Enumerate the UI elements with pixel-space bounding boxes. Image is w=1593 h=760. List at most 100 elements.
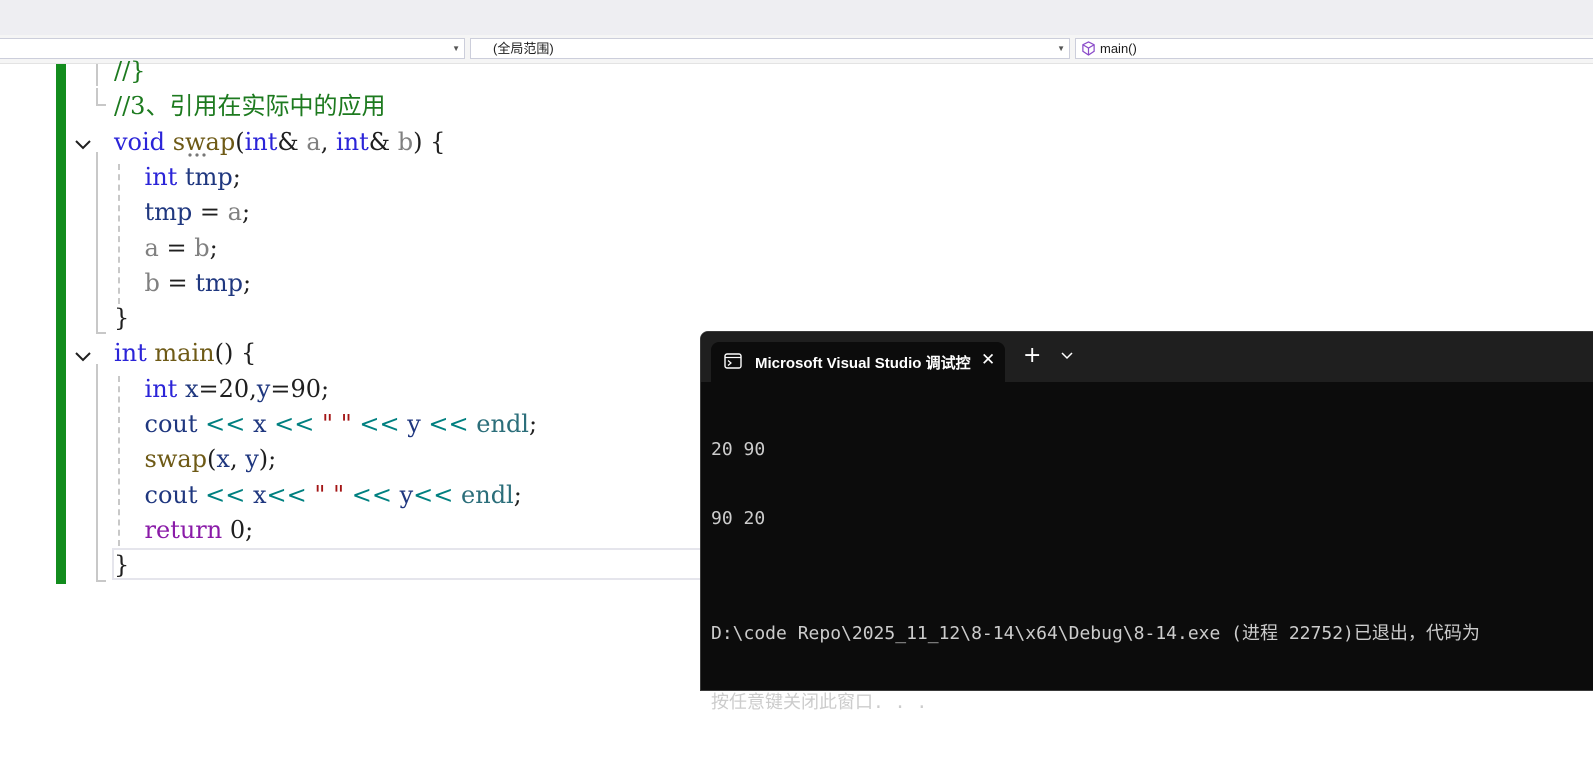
code-token: << — [413, 480, 462, 509]
code-token: a — [144, 233, 159, 262]
code-token: ; — [241, 198, 251, 227]
code-token: y — [399, 480, 414, 509]
code-token: return — [144, 515, 223, 544]
code-line[interactable]: cout << x << " " << y << endl; — [114, 407, 538, 442]
member-dropdown-value: main() — [1100, 41, 1137, 56]
code-line[interactable]: int tmp; — [114, 160, 241, 195]
code-token: } — [114, 304, 130, 333]
code-token: << — [197, 410, 253, 438]
code-token: , — [320, 127, 336, 156]
console-line: 20 90 — [711, 439, 766, 460]
code-token: " " — [314, 480, 345, 509]
code-token: << — [344, 480, 400, 509]
outline-guide — [96, 332, 106, 334]
console-line: 90 20 — [711, 508, 766, 529]
console-line: 按任意键关闭此窗口. . . — [711, 692, 928, 713]
code-token: << — [197, 480, 253, 509]
code-token: tmp — [144, 198, 193, 227]
collapse-chevron-icon[interactable] — [74, 138, 92, 152]
code-token: main — [154, 339, 215, 368]
code-token: ); — [258, 445, 277, 474]
code-token: << — [420, 410, 477, 438]
cube-icon — [1082, 41, 1095, 56]
code-token: , — [229, 445, 246, 474]
code-token: y — [407, 410, 421, 438]
code-line[interactable]: cout << x<< " " << y<< endl; — [114, 478, 522, 513]
code-token: & — [368, 127, 398, 156]
code-token: int — [144, 162, 178, 191]
code-token: ; — [209, 233, 218, 262]
collapse-chevron-icon[interactable] — [74, 350, 92, 364]
code-token: ; — [528, 410, 538, 438]
code-token: tmp — [195, 268, 244, 297]
change-tracking-bar — [56, 64, 66, 584]
chevron-down-icon[interactable] — [1061, 352, 1073, 360]
outline-guide — [96, 364, 98, 582]
outline-guide — [96, 152, 98, 334]
code-token: << — [351, 410, 408, 438]
code-token: ( — [235, 127, 245, 156]
code-token: =20, — [198, 374, 257, 403]
code-token: int — [114, 339, 147, 368]
code-token: endl — [476, 410, 529, 438]
code-token: " " — [322, 410, 352, 438]
close-icon[interactable]: ✕ — [981, 350, 995, 370]
code-token: << — [266, 410, 323, 438]
code-token: cout — [144, 410, 198, 438]
code-token: = — [158, 233, 195, 262]
console-tab-title: Microsoft Visual Studio 调试控 — [755, 355, 971, 372]
console-titlebar: Microsoft Visual Studio 调试控 ✕ + — [701, 332, 1593, 382]
code-token: swap — [144, 445, 208, 474]
code-token: //3、引用在实际中的应用 — [114, 92, 386, 121]
code-token: //} — [114, 57, 146, 85]
code-line[interactable]: //} — [114, 54, 145, 89]
plus-icon[interactable]: + — [1023, 344, 1041, 368]
code-token: =90; — [270, 374, 330, 403]
code-line[interactable]: b = tmp; — [114, 266, 252, 301]
code-line[interactable]: swap(x, y); — [114, 442, 277, 477]
scope-dropdown-value: (全局范围) — [493, 41, 554, 56]
code-token: } — [114, 551, 130, 580]
code-token: y — [256, 374, 271, 403]
project-dropdown[interactable]: ▼ — [0, 38, 465, 59]
console-output: 20 90 90 20 D:\code Repo\2025_11_12\8-14… — [711, 392, 1480, 760]
code-line[interactable]: int x=20,y=90; — [114, 372, 330, 407]
chevron-down-icon: ▼ — [452, 44, 460, 53]
code-line[interactable]: return 0; — [114, 513, 254, 548]
suggestion-dots-icon[interactable] — [187, 151, 211, 159]
code-line[interactable]: tmp = a; — [114, 195, 251, 230]
navigation-bar: ▼ (全局范围) ▼ main() — [0, 35, 1593, 64]
code-token: ) { — [413, 127, 446, 156]
scope-dropdown[interactable]: (全局范围) ▼ — [470, 38, 1070, 59]
outline-guide — [96, 580, 106, 582]
debug-console-window[interactable]: Microsoft Visual Studio 调试控 ✕ + 20 90 90… — [700, 331, 1593, 713]
console-line: D:\code Repo\2025_11_12\8-14\x64\Debug\8… — [711, 623, 1480, 644]
code-line[interactable]: int main() { — [114, 336, 256, 371]
outline-guide — [96, 64, 98, 86]
code-line[interactable]: void swap(int& a, int& b) { — [114, 125, 445, 160]
code-line[interactable]: } — [114, 548, 129, 583]
code-token: int — [335, 127, 369, 156]
member-dropdown[interactable]: main() — [1075, 38, 1593, 59]
code-token: endl — [461, 480, 514, 509]
code-token: x — [253, 410, 267, 438]
console-tab[interactable]: Microsoft Visual Studio 调试控 ✕ — [711, 342, 1005, 382]
code-line[interactable]: a = b; — [114, 231, 218, 266]
code-token: int — [144, 374, 178, 403]
document-tab-strip — [0, 0, 1593, 35]
code-token: ; — [513, 480, 522, 509]
code-line[interactable]: } — [114, 301, 129, 336]
code-token: b — [144, 268, 160, 297]
code-line[interactable]: //3、引用在实际中的应用 — [114, 89, 385, 124]
code-token: << — [266, 480, 315, 509]
code-token: x — [184, 374, 199, 403]
outline-guide — [96, 88, 98, 106]
code-token: ; — [232, 162, 241, 191]
